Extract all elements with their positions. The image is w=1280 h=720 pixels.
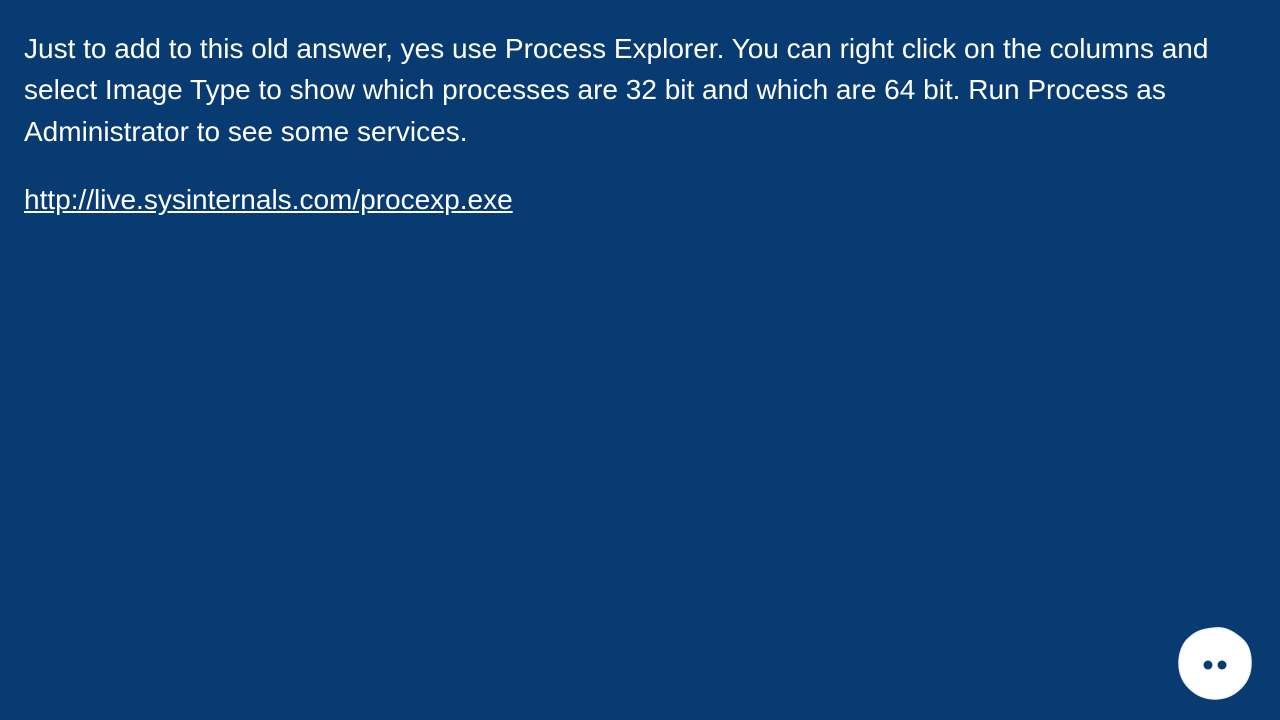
- answer-download-link[interactable]: http://live.sysinternals.com/procexp.exe: [24, 180, 513, 219]
- watermark-icon: [1176, 624, 1254, 702]
- answer-body-text: Just to add to this old answer, yes use …: [24, 28, 1256, 152]
- watermark-badge: [1176, 624, 1254, 702]
